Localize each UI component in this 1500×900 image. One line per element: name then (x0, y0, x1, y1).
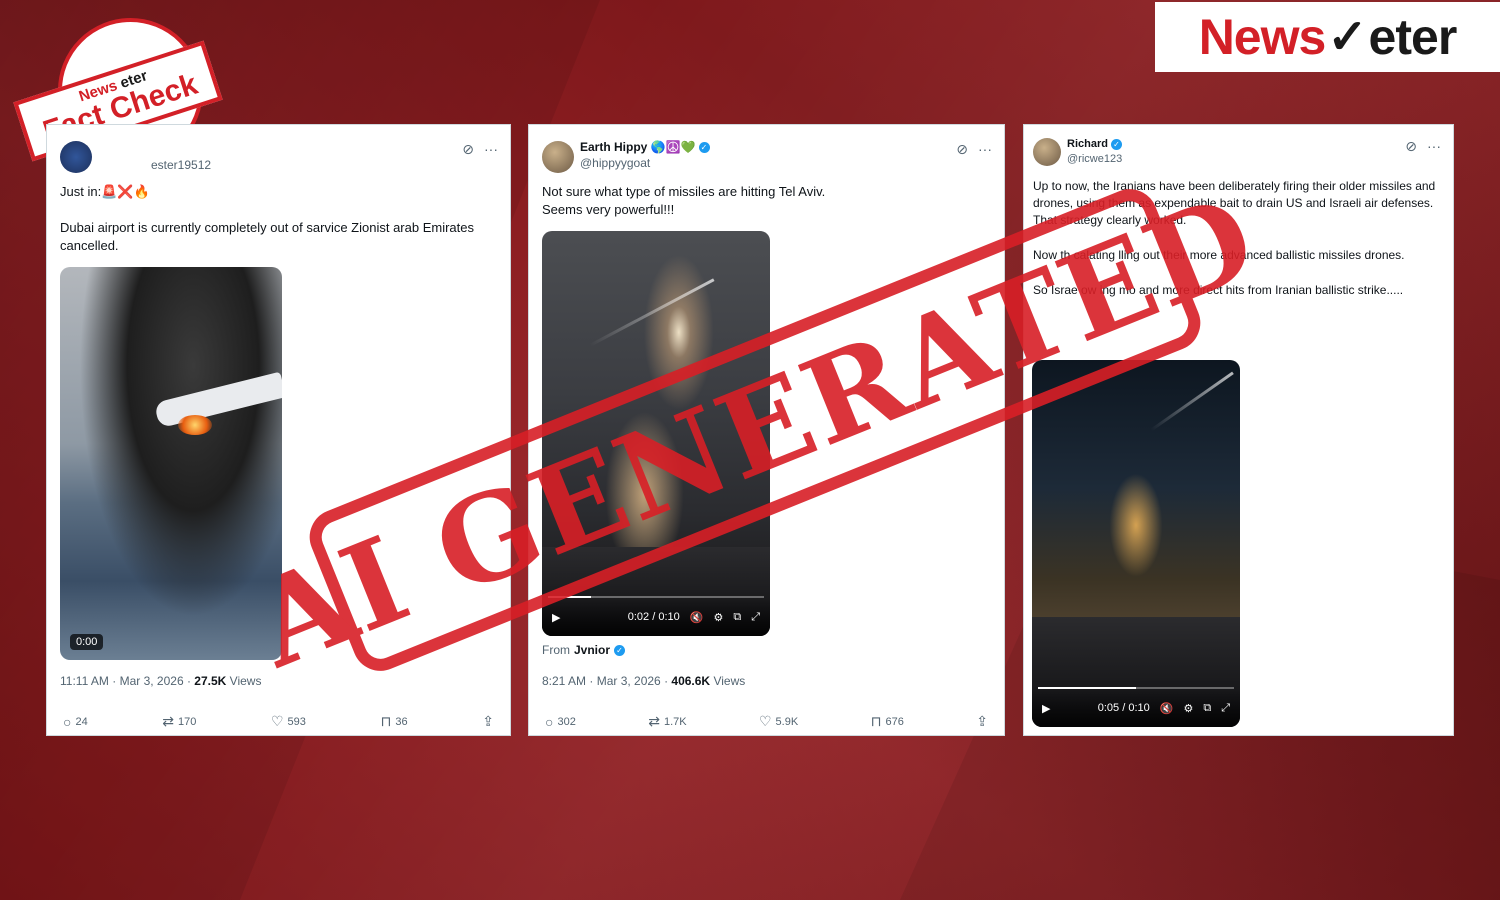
newsmeter-logo: News ✓ eter (1155, 2, 1500, 72)
views-label: Views (226, 674, 262, 688)
missile-streak (1150, 371, 1234, 432)
play-icon[interactable]: ▶ (1042, 702, 1050, 715)
verified-icon: ✓ (614, 644, 626, 656)
bookmark-button[interactable]: ⊓ 36 (380, 713, 407, 730)
tweet-actions: ○ 302 ⇄ 1.7K ♡ 5.9K ⊓ 676 ⇪ (545, 713, 988, 730)
avatar[interactable] (1033, 138, 1061, 166)
repost-button[interactable]: ⇄ 170 (162, 713, 196, 730)
display-name: Richard (1067, 138, 1108, 150)
like-button[interactable]: ♡ 593 (271, 713, 306, 730)
tweet-handle[interactable]: @hippyygoat (580, 156, 650, 170)
fullscreen-icon[interactable]: ⤢ (1221, 702, 1230, 715)
like-count: 5.9K (775, 715, 799, 728)
tweet-top-icons: ⊘ ··· (1405, 138, 1441, 155)
tweet-time[interactable]: 8:21 AM · Mar 3, 2026 · (542, 674, 671, 688)
tweet-views: 27.5K (194, 674, 227, 688)
verified-icon: ✓ (698, 141, 710, 153)
repost-button[interactable]: ⇄ 1.7K (648, 713, 686, 730)
repost-icon: ⇄ (162, 713, 175, 729)
tweet-views: 406.6K (671, 674, 711, 688)
brand-news: News (1198, 9, 1327, 65)
from-label: From (542, 643, 570, 657)
share-button[interactable]: ⇪ (976, 713, 988, 730)
tweet-line: Just in:🚨❌🔥 (60, 184, 150, 199)
like-count: 593 (287, 715, 306, 728)
more-icon[interactable]: ··· (1427, 138, 1441, 155)
views-label: Views (710, 674, 746, 688)
heart-icon: ♡ (758, 713, 772, 729)
grok-icon[interactable]: ⊘ (1405, 138, 1417, 155)
bookmark-icon: ⊓ (870, 713, 882, 729)
settings-icon[interactable]: ⚙ (713, 611, 723, 624)
share-button[interactable]: ⇪ (482, 713, 494, 730)
reply-button[interactable]: ○ 24 (63, 713, 88, 730)
tweet-line: Dubai airport is currently completely ou… (60, 220, 474, 253)
tweet-top-icons: ⊘ ··· (956, 141, 992, 158)
pip-icon[interactable]: ⧉ (733, 611, 741, 624)
heart-icon: ♡ (270, 713, 284, 729)
display-name: Earth Hippy 🌎☮️💚 (580, 140, 696, 154)
tweet-video[interactable]: ▶ 0:05 / 0:10 🔇 ⚙ ⧉ ⤢ (1032, 360, 1240, 727)
tweet-text: Just in:🚨❌🔥 Dubai airport is currently c… (60, 183, 500, 255)
tweet-top-icons: ⊘ ··· (462, 141, 498, 158)
tweet-text: Not sure what type of missiles are hitti… (542, 183, 992, 219)
tweet-line: Seems very powerful!!! (542, 202, 675, 217)
grok-icon[interactable]: ⊘ (956, 141, 968, 158)
more-icon[interactable]: ··· (978, 141, 992, 158)
reply-count: 24 (75, 715, 88, 728)
video-time: 0:00 (70, 634, 104, 650)
tweet-handle[interactable]: ester19512 (151, 158, 211, 172)
tweet-meta: 11:11 AM · Mar 3, 2026 · 27.5K Views (60, 674, 261, 688)
reply-icon: ○ (545, 713, 554, 730)
tweet-actions: ○ 24 ⇄ 170 ♡ 593 ⊓ 36 ⇪ (63, 713, 494, 730)
bookmark-icon: ⊓ (380, 713, 392, 729)
bookmark-count: 36 (395, 715, 408, 728)
reply-button[interactable]: ○ 302 (545, 713, 576, 730)
video-flame (178, 415, 212, 435)
grok-icon[interactable]: ⊘ (462, 141, 474, 158)
tweet-name[interactable]: Earth Hippy 🌎☮️💚 ✓ (580, 140, 710, 154)
tweet-meta: 8:21 AM · Mar 3, 2026 · 406.6K Views (542, 674, 745, 688)
tweet-line: Not sure what type of missiles are hitti… (542, 184, 826, 199)
video-controls: ▶ 0:02 / 0:10 🔇 ⚙ ⧉ ⤢ (542, 598, 770, 636)
more-icon[interactable]: ··· (484, 141, 498, 158)
repost-icon: ⇄ (648, 713, 660, 729)
missile-streak (589, 278, 715, 347)
pip-icon[interactable]: ⧉ (1203, 702, 1211, 715)
share-icon: ⇪ (482, 713, 494, 729)
mute-icon[interactable]: 🔇 (690, 611, 704, 624)
repost-count: 1.7K (663, 715, 687, 728)
reply-count: 302 (557, 715, 576, 728)
like-button[interactable]: ♡ 5.9K (759, 713, 798, 730)
video-time: 0:05 / 0:10 (1097, 702, 1150, 714)
brand-meter: eter (1368, 9, 1458, 65)
video-time: 0:02 / 0:10 (627, 611, 680, 623)
mute-icon[interactable]: 🔇 (1160, 702, 1174, 715)
fullscreen-icon[interactable]: ⤢ (751, 611, 760, 624)
tweet-time[interactable]: 11:11 AM · Mar 3, 2026 · (60, 674, 194, 688)
verified-icon: ✓ (1110, 138, 1122, 150)
share-icon: ⇪ (976, 713, 988, 729)
repost-count: 170 (178, 715, 197, 728)
reply-icon: ○ (63, 713, 72, 730)
meter-icon: ✓ (1327, 11, 1367, 64)
settings-icon[interactable]: ⚙ (1183, 702, 1193, 715)
avatar[interactable] (542, 141, 574, 173)
bookmark-count: 676 (885, 715, 904, 728)
video-controls: ▶ 0:05 / 0:10 🔇 ⚙ ⧉ ⤢ (1032, 689, 1240, 727)
tweet-name[interactable]: Richard ✓ (1067, 138, 1122, 150)
video-plane (153, 371, 282, 429)
play-icon[interactable]: ▶ (552, 611, 560, 624)
from-line: From Jvnior ✓ (542, 643, 626, 657)
tweet-handle[interactable]: @ricwe123 (1067, 153, 1122, 165)
tweet-video[interactable]: 0:00 (60, 267, 282, 660)
avatar[interactable] (60, 141, 92, 173)
bookmark-button[interactable]: ⊓ 676 (871, 713, 904, 730)
from-name[interactable]: Jvnior (574, 643, 610, 657)
